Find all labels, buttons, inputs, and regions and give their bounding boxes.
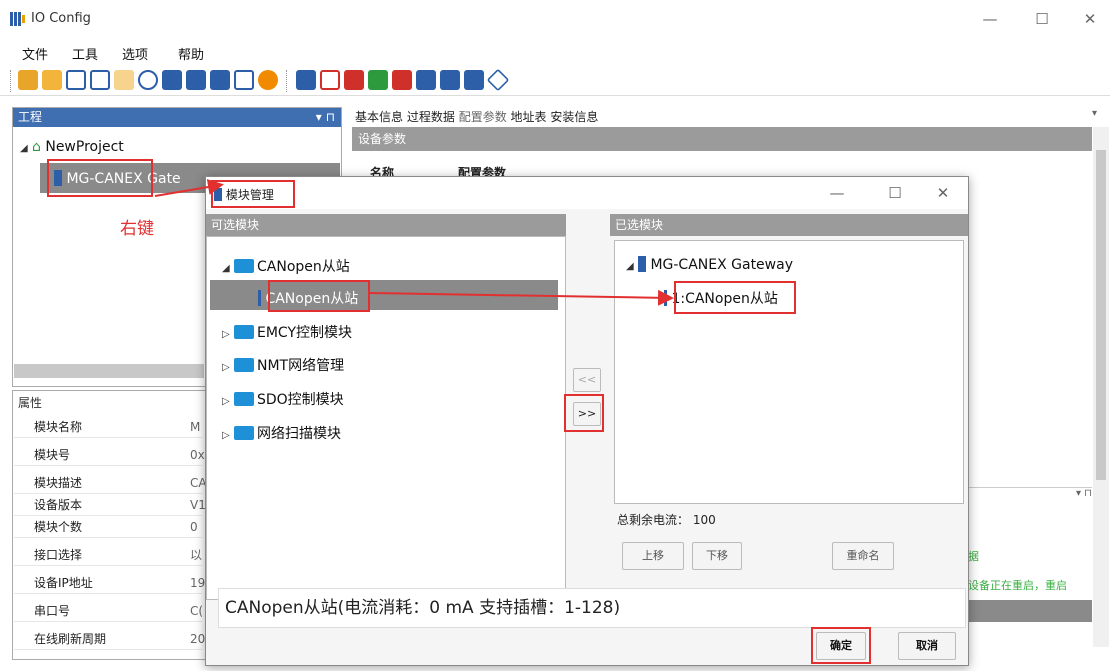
annotation-arrows	[154, 179, 674, 306]
arrow-to-dialog	[154, 179, 224, 197]
arrow-to-selected	[369, 289, 674, 306]
